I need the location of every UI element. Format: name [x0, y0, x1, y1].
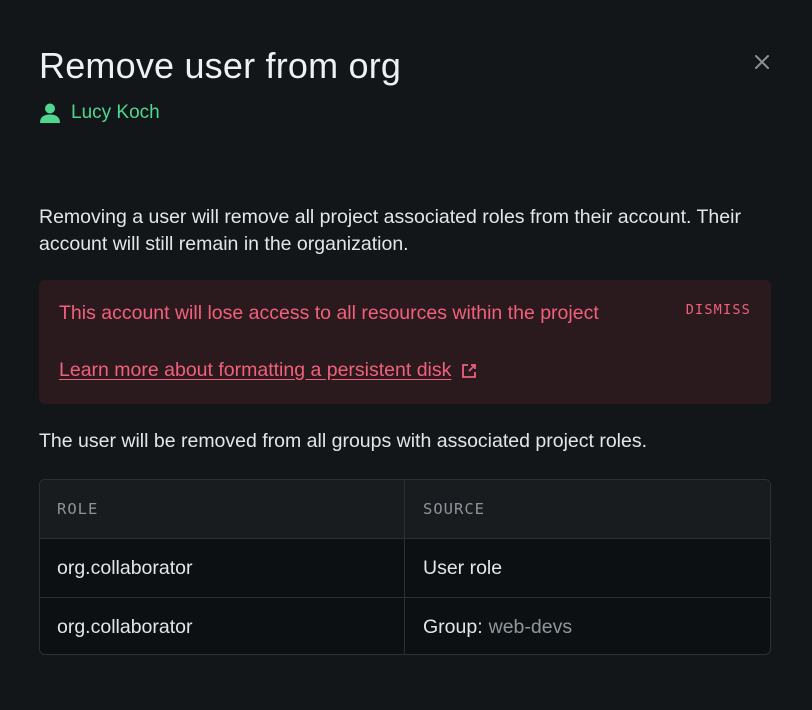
- table-row: org.collaborator Group: web-devs: [40, 597, 770, 654]
- learn-more-link[interactable]: Learn more about formatting a persistent…: [59, 357, 477, 384]
- dialog-title: Remove user from org: [39, 45, 402, 86]
- external-link-icon: [462, 363, 477, 378]
- groups-note: The user will be removed from all groups…: [39, 430, 648, 452]
- dialog-description: Removing a user will remove all project …: [39, 206, 741, 255]
- user-name: Lucy Koch: [71, 102, 160, 123]
- dismiss-button[interactable]: DISMISS: [686, 302, 751, 318]
- learn-more-link-label: Learn more about formatting a persistent…: [59, 359, 452, 381]
- roles-table: ROLE SOURCE org.collaborator User role o…: [39, 479, 771, 655]
- column-header-role: ROLE: [40, 480, 405, 538]
- table-header-row: ROLE SOURCE: [40, 480, 770, 538]
- close-icon: [755, 55, 769, 69]
- user-identity: Lucy Koch: [39, 100, 160, 126]
- source-cell: User role: [405, 539, 770, 597]
- remove-user-dialog: Remove user from org Lucy Koch Removing …: [0, 0, 812, 710]
- alert-message: This account will lose access to all res…: [59, 302, 599, 324]
- table-row: org.collaborator User role: [40, 538, 770, 597]
- source-label: Group:: [423, 615, 483, 638]
- column-header-source: SOURCE: [423, 500, 485, 518]
- role-cell: org.collaborator: [40, 598, 405, 654]
- role-cell: org.collaborator: [40, 539, 405, 597]
- close-button[interactable]: [748, 48, 776, 76]
- warning-alert: This account will lose access to all res…: [39, 280, 771, 404]
- group-name: web-devs: [488, 615, 573, 638]
- source-cell: Group: web-devs: [405, 598, 770, 654]
- source-label: User role: [423, 556, 503, 579]
- user-icon: [40, 103, 60, 123]
